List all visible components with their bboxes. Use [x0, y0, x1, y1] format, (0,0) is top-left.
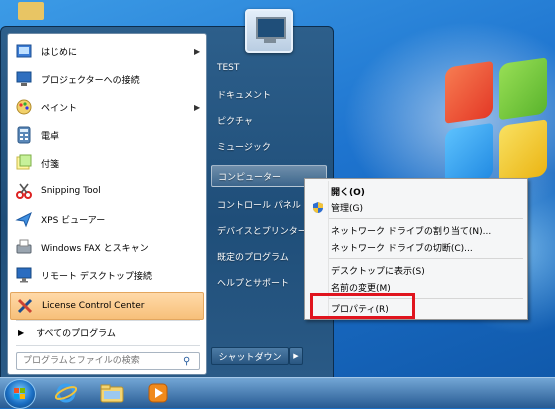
- program-label: Snipping Tool: [41, 186, 101, 196]
- program-label: 電卓: [41, 131, 60, 142]
- scissors-icon: [13, 180, 35, 202]
- program-label: リモート デスクトップ接続: [41, 271, 152, 282]
- program-item-remote-desktop[interactable]: リモート デスクトップ接続: [10, 262, 204, 288]
- paint-icon: [13, 96, 35, 118]
- sticky-notes-icon: [13, 152, 35, 174]
- submenu-arrow-icon: ▶: [194, 46, 201, 56]
- remote-desktop-icon: [13, 264, 35, 286]
- right-item-user[interactable]: TEST: [211, 57, 327, 79]
- start-orb-icon[interactable]: [4, 379, 36, 409]
- ctx-item-manage[interactable]: 管理(G): [307, 198, 525, 216]
- folder-icon[interactable]: [96, 380, 128, 406]
- program-label: License Control Center: [42, 301, 145, 311]
- ctx-label: ネットワーク ドライブの切断(C)...: [331, 243, 473, 254]
- right-item-music[interactable]: ミュージック: [211, 135, 327, 157]
- shutdown-button[interactable]: シャットダウン: [211, 347, 289, 365]
- ctx-item-show-on-desktop[interactable]: デスクトップに表示(S): [307, 261, 525, 279]
- program-item-sticky-notes[interactable]: 付箋: [10, 150, 204, 176]
- ctx-item-disconnect-network-drive[interactable]: ネットワーク ドライブの切断(C)...: [307, 238, 525, 256]
- search-input[interactable]: [17, 355, 183, 367]
- desktop-folder-icon[interactable]: [18, 2, 44, 20]
- ctx-label: デスクトップに表示(S): [331, 266, 425, 277]
- projector-icon: [13, 68, 35, 90]
- program-item-projector[interactable]: プロジェクターへの接続: [10, 66, 204, 92]
- program-item-license-control-center[interactable]: License Control Center: [10, 292, 204, 320]
- program-label: 付箋: [41, 159, 60, 170]
- all-programs-button[interactable]: ▶ すべてのプログラム: [10, 322, 204, 342]
- right-item-pictures[interactable]: ピクチャ: [211, 109, 327, 131]
- start-menu: はじめに ▶ プロジェクターへの接続 ペイント ▶ 電卓 付箋 Snipping…: [0, 9, 334, 380]
- program-item-paint[interactable]: ペイント ▶: [10, 94, 204, 120]
- getting-started-icon: [13, 40, 35, 62]
- triangle-right-icon: ▶: [18, 327, 25, 337]
- shutdown-options-button[interactable]: ▶: [289, 347, 303, 365]
- media-player-icon[interactable]: [142, 380, 174, 406]
- program-item-getting-started[interactable]: はじめに ▶: [10, 38, 204, 64]
- shield-icon: [307, 201, 329, 214]
- programs-pane: はじめに ▶ プロジェクターへの接続 ペイント ▶ 電卓 付箋 Snipping…: [7, 33, 207, 375]
- ctx-label: ネットワーク ドライブの割り当て(N)...: [331, 226, 492, 237]
- internet-explorer-icon[interactable]: [50, 380, 82, 406]
- program-item-xps-viewer[interactable]: XPS ビューアー: [10, 206, 204, 232]
- windows-logo-wallpaper: [445, 52, 555, 197]
- program-label: XPS ビューアー: [41, 215, 106, 226]
- calculator-icon: [13, 124, 35, 146]
- program-label: ペイント: [41, 103, 78, 114]
- program-label: はじめに: [41, 47, 78, 58]
- divider: [16, 320, 200, 321]
- search-icon[interactable]: ⚲: [183, 356, 199, 367]
- ctx-label: 管理(G): [331, 203, 363, 214]
- program-label: Windows FAX とスキャン: [41, 243, 149, 254]
- user-picture[interactable]: [245, 9, 293, 53]
- ctx-label: 名前の変更(M): [331, 283, 391, 294]
- program-item-fax-scan[interactable]: Windows FAX とスキャン: [10, 234, 204, 260]
- program-label: プロジェクターへの接続: [41, 75, 140, 86]
- menu-separator: [329, 258, 523, 259]
- ctx-item-map-network-drive[interactable]: ネットワーク ドライブの割り当て(N)...: [307, 221, 525, 239]
- program-item-snipping-tool[interactable]: Snipping Tool: [10, 178, 204, 204]
- shutdown-label: シャットダウン: [218, 352, 282, 363]
- program-item-calculator[interactable]: 電卓: [10, 122, 204, 148]
- right-item-documents[interactable]: ドキュメント: [211, 83, 327, 105]
- divider: [16, 345, 200, 346]
- fax-icon: [13, 236, 35, 258]
- search-box[interactable]: ⚲: [16, 352, 200, 370]
- taskbar: [0, 377, 555, 409]
- ctx-label: 開く(O): [331, 187, 365, 198]
- license-tools-icon: [14, 295, 36, 317]
- computer-icon: [256, 17, 286, 39]
- menu-separator: [329, 218, 523, 219]
- xps-viewer-icon: [13, 208, 35, 230]
- callout-highlight-box: [310, 293, 415, 319]
- submenu-arrow-icon: ▶: [194, 102, 201, 112]
- all-programs-label: すべてのプログラム: [36, 328, 116, 339]
